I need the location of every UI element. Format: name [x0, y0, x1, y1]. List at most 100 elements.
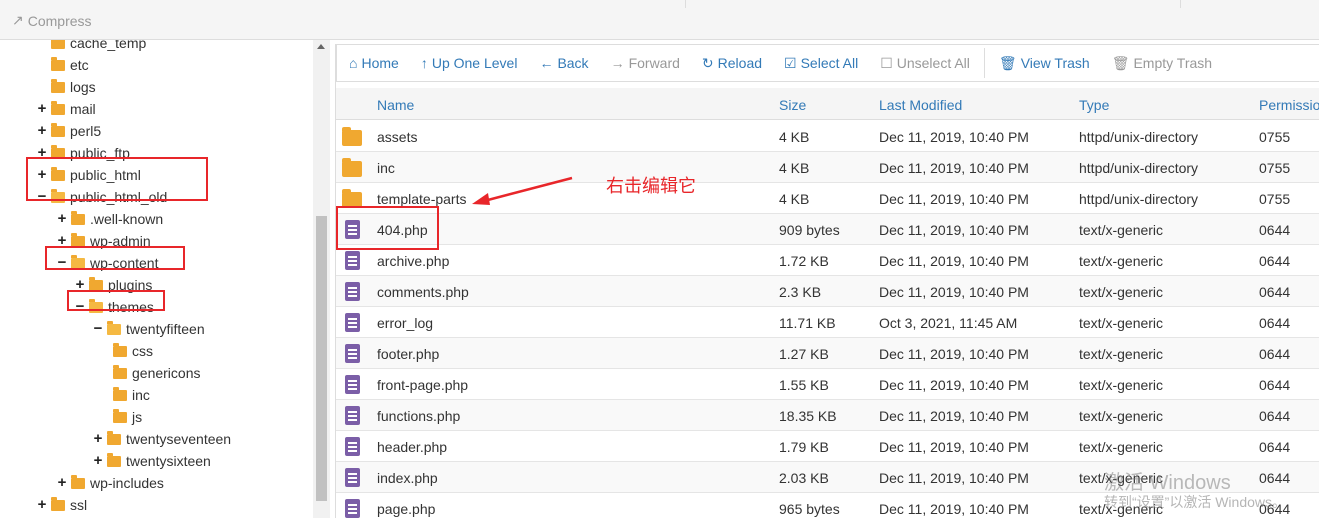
file-type: text/x-generic — [1079, 377, 1164, 393]
file-permissions: 0644 — [1259, 377, 1291, 393]
tree-folder[interactable]: + perl5 — [36, 120, 101, 142]
toolbar-divider — [983, 48, 985, 78]
annotation-note: 右击编辑它 — [606, 176, 696, 197]
table-row[interactable]: comments.php 2.3 KB Dec 11, 2019, 10:40 PM… — [336, 276, 1319, 307]
folder-icon — [113, 386, 127, 401]
file-name: functions.php — [377, 408, 461, 424]
column-last-modified[interactable]: Last Modified — [879, 97, 962, 113]
file-permissions: 0755 — [1259, 160, 1291, 176]
folder-icon — [113, 408, 127, 423]
home-button[interactable]: ⌂ Home — [349, 55, 399, 71]
tree-folder[interactable]: genericons — [110, 362, 201, 384]
file-size: 1.72 KB — [779, 253, 829, 269]
column-type[interactable]: Type — [1079, 97, 1109, 113]
file-modified: Dec 11, 2019, 10:40 PM — [879, 129, 1029, 145]
file-name: template-parts — [377, 191, 467, 207]
row-icon — [342, 127, 362, 146]
tree-folder[interactable]: etc — [48, 54, 89, 76]
file-size: 1.27 KB — [779, 346, 829, 362]
file-icon — [345, 282, 360, 301]
tree-folder-label: inc — [132, 387, 150, 403]
reload-button[interactable]: ↻ Reload — [702, 55, 762, 72]
tree-folder[interactable]: logs — [48, 76, 96, 98]
home-icon: ⌂ — [349, 55, 358, 71]
tree-scrollbar[interactable] — [313, 40, 330, 518]
expand-icon[interactable]: + — [56, 475, 68, 490]
back-button[interactable]: ← Back — [539, 55, 588, 71]
tree-folder-label: css — [132, 343, 153, 359]
expand-icon[interactable]: + — [36, 123, 48, 138]
scroll-up-icon[interactable] — [317, 44, 325, 49]
tree-folder[interactable]: + mail — [36, 98, 96, 120]
table-row[interactable]: 404.php 909 bytes Dec 11, 2019, 10:40 PM te… — [336, 214, 1319, 245]
compress-icon: ↗ — [12, 12, 24, 28]
tree-folder[interactable]: + twentysixteen — [92, 450, 211, 472]
file-permissions: 0644 — [1259, 253, 1291, 269]
tree-folder[interactable]: js — [110, 406, 142, 428]
select-all-button[interactable]: ☑ Select All — [784, 55, 858, 72]
file-panel: ⌂ Home ↑ Up One Level ← Back → Forward ↻ Relo… — [335, 44, 1319, 518]
file-permissions: 0644 — [1259, 439, 1291, 455]
file-name: inc — [377, 160, 395, 176]
folder-icon — [107, 430, 121, 445]
file-permissions: 0644 — [1259, 408, 1291, 424]
expand-icon[interactable]: + — [36, 101, 48, 116]
tree-folder-label: genericons — [132, 365, 201, 381]
tree-folder[interactable]: + .well-known — [56, 208, 163, 230]
trash-icon: 🗑 — [998, 54, 1017, 71]
table-row[interactable]: error_log 11.71 KB Oct 3, 2021, 11:45 AM te… — [336, 307, 1319, 338]
column-size[interactable]: Size — [779, 97, 806, 113]
unselect-all-button[interactable]: ☐ Unselect All — [880, 55, 970, 72]
expand-icon[interactable]: + — [36, 497, 48, 512]
table-row[interactable]: assets 4 KB Dec 11, 2019, 10:40 PM httpd/un… — [336, 121, 1319, 152]
tree-folder[interactable]: inc — [110, 384, 150, 406]
file-type: httpd/unix-directory — [1079, 129, 1199, 145]
file-size: 4 KB — [779, 160, 810, 176]
row-icon — [342, 251, 360, 270]
file-icon — [345, 468, 360, 487]
table-row[interactable]: footer.php 1.27 KB Dec 11, 2019, 10:40 PM t… — [336, 338, 1319, 369]
compress-button[interactable]: ↗ Compress — [12, 12, 92, 29]
table-row[interactable]: front-page.php 1.55 KB Dec 11, 2019, 10:40… — [336, 369, 1319, 400]
folder-icon — [342, 127, 362, 146]
tree-folder[interactable]: + twentyseventeen — [92, 428, 231, 450]
reload-icon: ↻ — [701, 54, 714, 71]
column-name[interactable]: Name — [377, 97, 414, 113]
tree-folder-label: cache_temp — [70, 40, 147, 51]
forward-button[interactable]: → Forward — [611, 55, 680, 71]
file-name: front-page.php — [377, 377, 469, 393]
scrollbar-thumb[interactable] — [316, 216, 327, 501]
view-trash-button[interactable]: 🗑 View Trash — [999, 55, 1090, 72]
empty-trash-button[interactable]: 🗑 Empty Trash — [1112, 55, 1212, 72]
folder-icon — [71, 210, 85, 225]
collapse-icon[interactable]: − — [92, 321, 104, 336]
tree-folder[interactable]: + ssl — [36, 494, 87, 516]
file-type: text/x-generic — [1079, 408, 1164, 424]
highlight-box — [67, 290, 165, 311]
column-permissions[interactable]: Permissio — [1259, 97, 1319, 113]
tree-folder[interactable]: cache_temp — [48, 40, 146, 54]
expand-icon[interactable]: + — [92, 431, 104, 446]
tree-folder[interactable]: css — [110, 340, 153, 362]
file-name: assets — [377, 129, 418, 145]
tree-folder[interactable]: − twentyfifteen — [92, 318, 205, 340]
file-modified: Dec 11, 2019, 10:40 PM — [879, 501, 1029, 517]
table-row[interactable]: archive.php 1.72 KB Dec 11, 2019, 10:40 PM… — [336, 245, 1319, 276]
row-icon — [342, 468, 360, 487]
folder-icon — [89, 276, 103, 291]
tree-folder-label: twentysixteen — [126, 453, 211, 469]
up-one-level-button[interactable]: ↑ Up One Level — [421, 55, 518, 71]
file-name: index.php — [377, 470, 438, 486]
row-icon — [342, 189, 362, 208]
file-name: header.php — [377, 439, 448, 455]
table-row[interactable]: functions.php 18.35 KB Dec 11, 2019, 10:40… — [336, 400, 1319, 431]
table-row[interactable]: header.php 1.79 KB Dec 11, 2019, 10:40 PM t… — [336, 431, 1319, 462]
tree-folder-label: twentyfifteen — [126, 321, 205, 337]
expand-icon[interactable]: + — [92, 453, 104, 468]
top-toolbar: ↗ Compress — [0, 0, 1319, 40]
file-type: text/x-generic — [1079, 222, 1164, 238]
expand-icon[interactable]: + — [56, 211, 68, 226]
row-icon — [342, 344, 360, 363]
file-icon — [345, 437, 360, 456]
tree-folder[interactable]: + wp-includes — [56, 472, 164, 494]
